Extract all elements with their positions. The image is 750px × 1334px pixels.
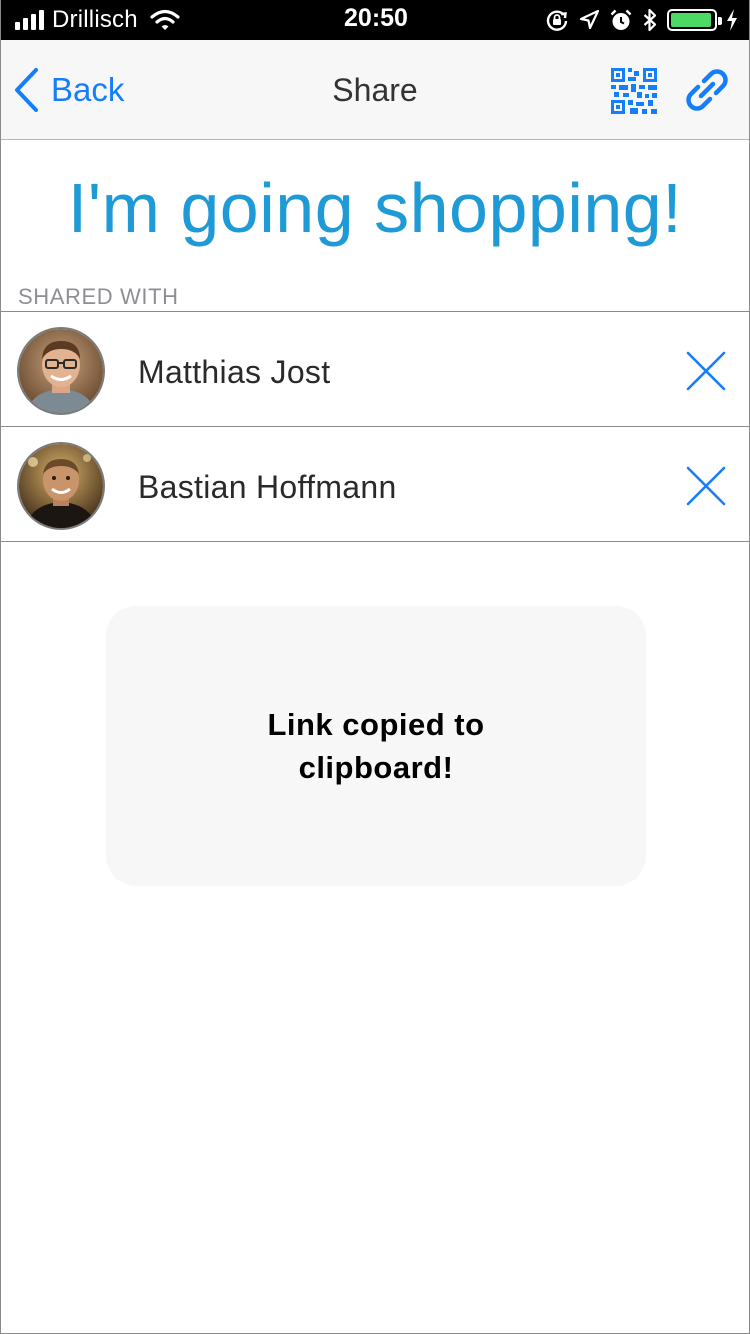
- alarm-icon: [610, 9, 632, 30]
- location-icon: [579, 9, 599, 30]
- remove-person-button[interactable]: [685, 465, 727, 507]
- share-screen: Drillisch 20:50 Back Share I'm going sho…: [0, 0, 750, 1334]
- person-name: Matthias Jost: [138, 354, 331, 390]
- close-icon: [686, 466, 726, 506]
- battery-level: [671, 13, 711, 27]
- close-icon: [686, 351, 726, 391]
- navigation-bar: Back Share: [1, 40, 749, 140]
- shared-with-list: Matthias Jost Bastian Hoffmann: [1, 311, 749, 542]
- rotation-lock-icon: [546, 10, 568, 31]
- list-title: I'm going shopping!: [67, 169, 683, 247]
- shared-with-header: SHARED WITH: [18, 284, 179, 309]
- copy-link-button[interactable]: [683, 66, 731, 114]
- bluetooth-icon: [643, 8, 657, 32]
- avatar: [17, 327, 105, 415]
- qr-code-icon: [611, 68, 657, 114]
- person-name: Bastian Hoffmann: [138, 469, 397, 505]
- status-bar-right: [545, 6, 739, 34]
- status-bar: Drillisch 20:50: [1, 0, 749, 40]
- remove-person-button[interactable]: [685, 350, 727, 392]
- link-icon: [686, 69, 728, 111]
- charging-icon: [727, 9, 737, 31]
- battery-icon: [667, 9, 722, 31]
- qr-code-button[interactable]: [611, 68, 657, 114]
- toast-notification: Link copied to clipboard!: [106, 606, 646, 886]
- toast-message: Link copied to clipboard!: [267, 707, 485, 785]
- shared-person-row[interactable]: Matthias Jost: [1, 312, 749, 427]
- shared-person-row[interactable]: Bastian Hoffmann: [1, 427, 749, 542]
- avatar: [17, 442, 105, 530]
